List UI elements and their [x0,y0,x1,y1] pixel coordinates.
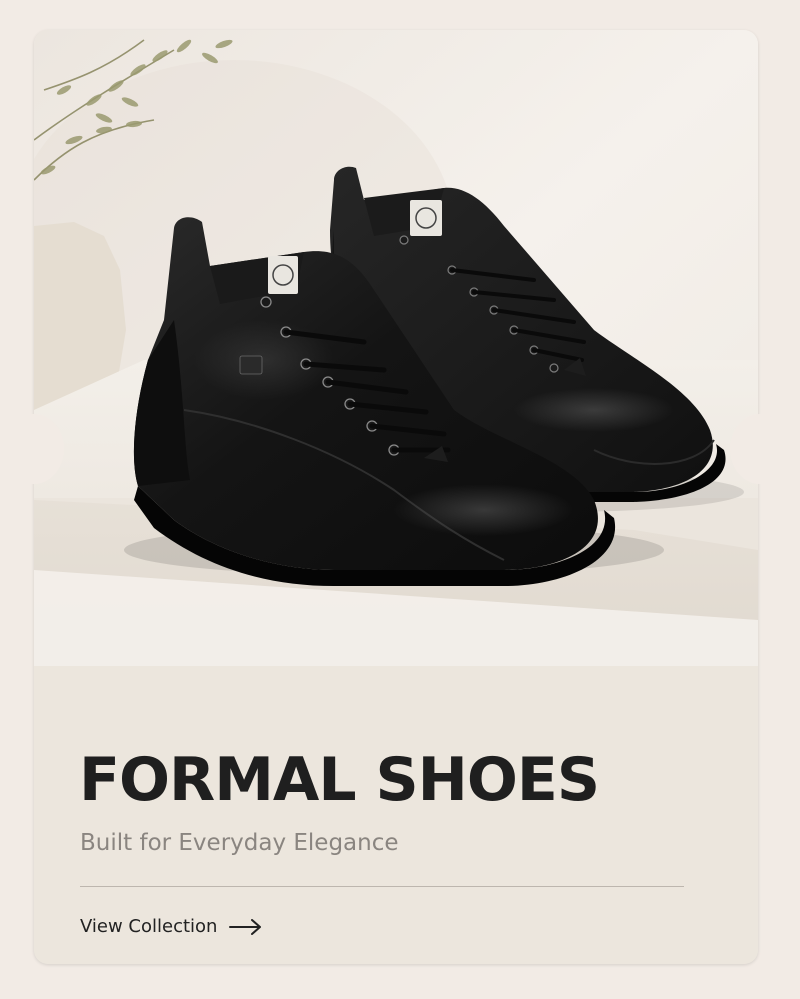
view-collection-link[interactable]: View Collection [80,916,263,937]
product-subtitle: Built for Everyday Elegance [80,830,399,856]
card-notch-right [730,414,790,484]
product-card: FORMAL SHOES Built for Everyday Elegance… [34,30,758,964]
view-collection-label: View Collection [80,916,218,937]
product-title: FORMAL SHOES [79,745,600,815]
product-info: FORMAL SHOES Built for Everyday Elegance… [34,666,758,964]
card-notch-left [4,414,64,484]
product-photo [34,30,758,666]
arrow-right-icon [229,918,263,935]
divider [80,886,684,887]
